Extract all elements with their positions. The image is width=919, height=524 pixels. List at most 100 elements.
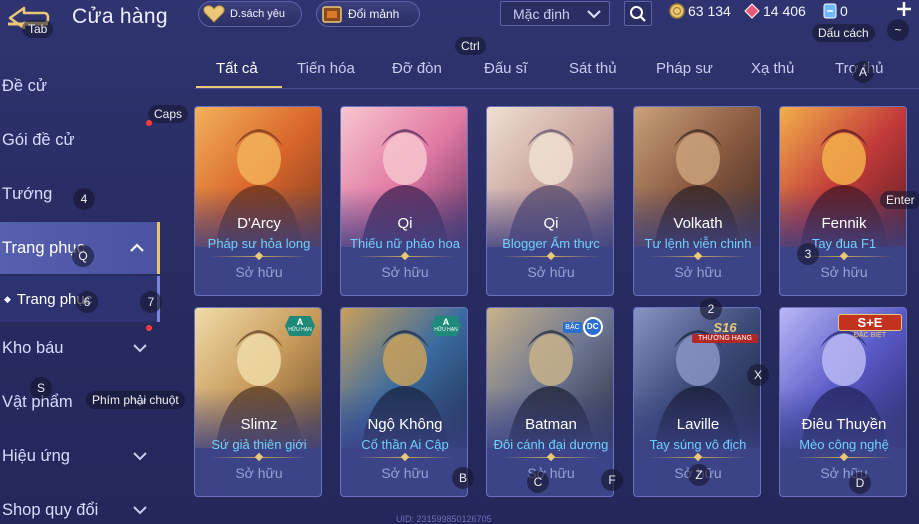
skin-card[interactable]: Batman Đôi cánh đại dương Sở hữu BẬC DC	[486, 307, 614, 497]
chevron-down-icon	[587, 9, 601, 18]
skin-card[interactable]: D'Arcy Pháp sư hỏa long Sở hữu	[194, 106, 322, 296]
skin-card[interactable]: Slimz Sứ giả thiên giới Sở hữu A HỮU HẠN	[194, 307, 322, 497]
sort-dropdown[interactable]: Mặc định	[500, 1, 610, 26]
top-bar: Cửa hàng D.sách yêu Đổi mảnh Mặc định 63…	[0, 0, 919, 40]
hero-name: Batman	[525, 416, 577, 433]
key-hint: X	[747, 364, 769, 386]
key-hint: F	[601, 469, 623, 491]
key-hint: S	[30, 377, 52, 399]
hero-name: Volkath	[673, 215, 723, 232]
ownership-status: Sở hữu	[235, 264, 283, 280]
skin-name: Pháp sư hỏa long	[207, 236, 311, 251]
search-button[interactable]	[624, 1, 652, 26]
sidebar-item-label: Gói đề cử	[2, 130, 75, 149]
season-sub: THƯỜNG HẠNG	[692, 334, 758, 343]
key-hint: Enter	[880, 191, 919, 209]
skin-name: Sứ giả thiên giới	[211, 437, 307, 452]
dc-badge: BẬC DC	[563, 316, 603, 338]
skin-name: Blogger Ẩm thực	[502, 236, 600, 251]
sidebar-item-exchange-shop[interactable]: Shop quy đổi	[0, 484, 160, 524]
shard-exchange-button[interactable]: Đổi mảnh	[316, 1, 420, 27]
tab-fighter[interactable]: Đấu sĩ	[484, 60, 527, 77]
voucher-icon	[823, 3, 837, 19]
search-icon	[630, 5, 646, 22]
key-hint: B	[452, 467, 474, 489]
tab-marksman[interactable]: Xạ thủ	[751, 60, 794, 77]
hero-name: Fennik	[821, 215, 867, 232]
ownership-status: Sở hữu	[820, 465, 868, 481]
season-label: S16	[713, 320, 737, 335]
skin-card[interactable]: Điêu Thuyền Mèo công nghệ Sở hữu S+E ĐẶC BIỆ…	[779, 307, 907, 497]
sidebar-item-recommended[interactable]: Đề cử	[0, 60, 160, 112]
skin-card[interactable]: Qi Blogger Ẩm thực Sở hữu	[486, 106, 614, 296]
wishlist-label: D.sách yêu	[230, 8, 286, 20]
sort-value: Mặc định	[513, 5, 570, 22]
category-tabs: Tất cả Tiến hóa Đỡ đòn Đấu sĩ Sát thủ Ph…	[194, 56, 919, 90]
key-hint: D	[849, 472, 871, 494]
skin-name: Thiếu nữ pháo hoa	[350, 236, 460, 251]
voucher-value: 0	[840, 3, 848, 19]
key-hint: A	[852, 61, 874, 83]
key-hint: ~	[887, 19, 909, 41]
dc-prefix: BẬC	[563, 321, 582, 333]
shard-exchange-label: Đổi mảnh	[348, 7, 400, 21]
chevron-down-icon	[133, 506, 147, 515]
key-hint: Z	[688, 464, 710, 486]
tab-evolution[interactable]: Tiến hóa	[297, 60, 355, 77]
hero-name: D'Arcy	[237, 215, 281, 232]
shard-chest-icon	[321, 4, 343, 24]
skin-name: Đôi cánh đại dương	[493, 437, 609, 452]
bullet-icon: ◆	[4, 293, 11, 304]
sidebar-item-effects[interactable]: Hiệu ứng	[0, 430, 160, 482]
sidebar-item-treasure[interactable]: Kho báu	[0, 322, 160, 374]
sidebar-item-label: Tướng	[2, 184, 53, 203]
tier-a-letter: A	[442, 317, 450, 327]
gem-icon	[744, 3, 760, 19]
hero-name: Ngộ Không	[367, 416, 443, 433]
key-hint: Q	[72, 245, 94, 267]
tab-tank[interactable]: Đỡ đòn	[392, 60, 442, 77]
tier-a-badge: A HỮU HẠN	[431, 316, 461, 336]
ownership-status: Sở hữu	[674, 264, 722, 280]
gem-value: 14 406	[763, 3, 806, 19]
sidebar-item-label: Đề cử	[2, 76, 47, 95]
hero-name: Laville	[676, 416, 720, 433]
skin-name: Cổ thần Ai Cập	[361, 437, 449, 452]
hero-name: Slimz	[240, 416, 278, 433]
sidebar-item-label: Shop quy đổi	[2, 500, 99, 519]
ownership-status: Sở hữu	[381, 465, 429, 481]
chevron-down-icon	[133, 344, 147, 353]
tab-all[interactable]: Tất cả	[216, 60, 258, 77]
gold-value: 63 134	[688, 3, 731, 19]
tier-a-letter: A	[296, 317, 304, 327]
tier-a-sub: HỮU HẠN	[288, 327, 312, 333]
gold-balance: 63 134	[669, 3, 731, 19]
gold-coin-icon	[669, 3, 685, 19]
plus-icon	[897, 2, 911, 16]
chevron-down-icon	[133, 452, 147, 461]
tier-a-badge: A HỮU HẠN	[285, 316, 315, 336]
skin-name: Tay súng vô địch	[649, 437, 747, 452]
skin-card[interactable]: Qi Thiếu nữ pháo hoa Sở hữu	[340, 106, 468, 296]
dc-logo-icon: DC	[582, 317, 603, 337]
tab-assassin[interactable]: Sát thủ	[569, 60, 617, 77]
hero-name: Qi	[543, 215, 559, 232]
special-tier-sub: ĐẶC BIỆT	[853, 332, 887, 339]
skin-card[interactable]: Volkath Tư lệnh viễn chinh Sở hữu	[633, 106, 761, 296]
user-id: UID: 231599850126705	[396, 514, 492, 524]
key-hint: C	[527, 471, 549, 493]
ownership-status: Sở hữu	[820, 264, 868, 280]
key-hint: Caps	[148, 105, 189, 123]
sidebar-item-bundles[interactable]: Gói đề cử	[0, 114, 160, 166]
skin-name: Tư lệnh viễn chinh	[644, 236, 752, 251]
chevron-up-icon	[130, 243, 144, 252]
wishlist-button[interactable]: D.sách yêu	[198, 1, 302, 27]
hero-name: Qi	[397, 215, 413, 232]
gem-balance: 14 406	[744, 3, 806, 19]
key-hint: 4	[73, 188, 95, 210]
sidebar-item-label: Hiệu ứng	[2, 446, 70, 465]
tab-mage[interactable]: Pháp sư	[656, 60, 713, 77]
ownership-status: Sở hữu	[527, 465, 575, 481]
skin-card[interactable]: Ngộ Không Cổ thần Ai Cập Sở hữu A HỮU HẠN	[340, 307, 468, 497]
key-hint: 3	[797, 243, 819, 265]
